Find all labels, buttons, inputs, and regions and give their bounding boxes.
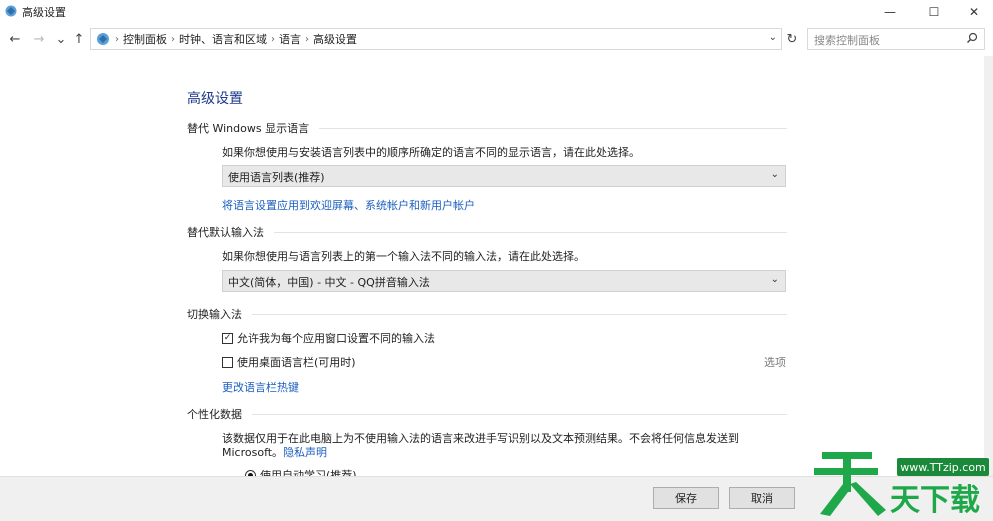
section-heading: 替代默认输入法 [187, 226, 264, 239]
default-input-description: 如果你想使用与语言列表上的第一个输入法不同的输入法，请在此处选择。 [222, 250, 585, 263]
chevron-down-icon: ⌄ [770, 274, 779, 285]
title-bar: 高级设置 — ☐ ✕ [0, 0, 993, 24]
vertical-scrollbar[interactable] [984, 56, 993, 476]
change-langbar-hotkeys-link[interactable]: 更改语言栏热键 [222, 379, 299, 395]
breadcrumb-item-clock-language-region[interactable]: 时钟、语言和区域 [179, 31, 267, 47]
display-language-select[interactable]: 使用语言列表(推荐) ⌄ [222, 165, 786, 187]
divider [252, 313, 787, 315]
watermark-logo: 天下载 [814, 452, 980, 518]
control-panel-icon [97, 33, 109, 45]
main-content: 高级设置 替代 Windows 显示语言 如果你想使用与安装语言列表中的顺序所确… [0, 52, 984, 476]
up-button[interactable]: ↑ [70, 30, 88, 48]
divider [252, 413, 787, 415]
divider [274, 231, 787, 233]
maximize-button[interactable]: ☐ [912, 0, 956, 24]
checkbox-checked-icon[interactable]: ✓ [222, 332, 233, 344]
section-switch-input: 切换输入法 [187, 306, 787, 322]
breadcrumb-item-language[interactable]: 语言 [279, 31, 301, 47]
checkbox-label: 使用桌面语言栏(可用时) [237, 356, 356, 369]
search-icon[interactable] [966, 32, 978, 44]
description-text: Microsoft。 [222, 446, 284, 459]
refresh-button[interactable]: ↻ [783, 30, 801, 48]
select-value: 中文(简体，中国) - 中文 - QQ拼音输入法 [228, 276, 430, 289]
apply-to-welcome-screen-link[interactable]: 将语言设置应用到欢迎屏幕、系统帐户和新用户帐户 [222, 197, 475, 213]
section-default-input: 替代默认输入法 [187, 224, 787, 240]
section-personalization: 个性化数据 [187, 406, 787, 422]
cancel-button[interactable]: 取消 [729, 487, 795, 509]
divider [319, 127, 787, 129]
minimize-button[interactable]: — [868, 0, 912, 24]
watermark-url: www.TTzip.com [897, 458, 989, 476]
per-app-input-checkbox[interactable]: ✓ 允许我为每个应用窗口设置不同的输入法 [222, 330, 435, 346]
langbar-options-link[interactable]: 选项 [764, 354, 786, 370]
breadcrumb-item-advanced-settings[interactable]: 高级设置 [313, 31, 357, 47]
privacy-statement-link[interactable]: 隐私声明 [283, 446, 327, 459]
radio-label: 使用自动学习(推荐) [260, 469, 357, 476]
personalization-description-line2: Microsoft。隐私声明 [222, 444, 327, 460]
breadcrumb-separator: › [171, 33, 175, 45]
breadcrumb-separator: › [305, 33, 309, 45]
breadcrumb[interactable]: › 控制面板 › 时钟、语言和区域 › 语言 › 高级设置 ⌄ [90, 28, 782, 50]
breadcrumb-separator: › [271, 33, 275, 45]
breadcrumb-separator: › [115, 33, 119, 45]
checkbox-unchecked-icon[interactable] [222, 356, 233, 368]
recent-locations-button[interactable]: ⌄ [52, 30, 70, 48]
save-button[interactable]: 保存 [653, 487, 719, 509]
watermark-glyphs: 天下载 [890, 483, 980, 518]
back-button[interactable]: ← [6, 30, 24, 48]
control-panel-icon [5, 5, 17, 17]
display-language-description: 如果你想使用与安装语言列表中的顺序所确定的语言不同的显示语言，请在此处选择。 [222, 146, 640, 159]
search-input[interactable]: 搜索控制面板 [807, 28, 985, 50]
window-title: 高级设置 [22, 6, 66, 19]
default-input-select[interactable]: 中文(简体，中国) - 中文 - QQ拼音输入法 ⌄ [222, 270, 786, 292]
section-heading: 替代 Windows 显示语言 [187, 122, 310, 135]
breadcrumb-item-control-panel[interactable]: 控制面板 [123, 31, 167, 47]
search-placeholder: 搜索控制面板 [814, 34, 880, 47]
page-title: 高级设置 [187, 91, 243, 107]
desktop-langbar-checkbox[interactable]: 使用桌面语言栏(可用时) [222, 354, 356, 370]
forward-button[interactable]: → [30, 30, 48, 48]
checkbox-label: 允许我为每个应用窗口设置不同的输入法 [237, 332, 435, 345]
auto-learning-radio[interactable]: 使用自动学习(推荐) [245, 467, 357, 476]
chevron-down-icon: ⌄ [770, 169, 779, 180]
close-button[interactable]: ✕ [952, 0, 993, 24]
section-heading: 切换输入法 [187, 308, 242, 321]
section-heading: 个性化数据 [187, 408, 242, 421]
select-value: 使用语言列表(推荐) [228, 171, 325, 184]
address-dropdown-icon[interactable]: ⌄ [769, 32, 777, 43]
section-display-language: 替代 Windows 显示语言 [187, 120, 787, 136]
